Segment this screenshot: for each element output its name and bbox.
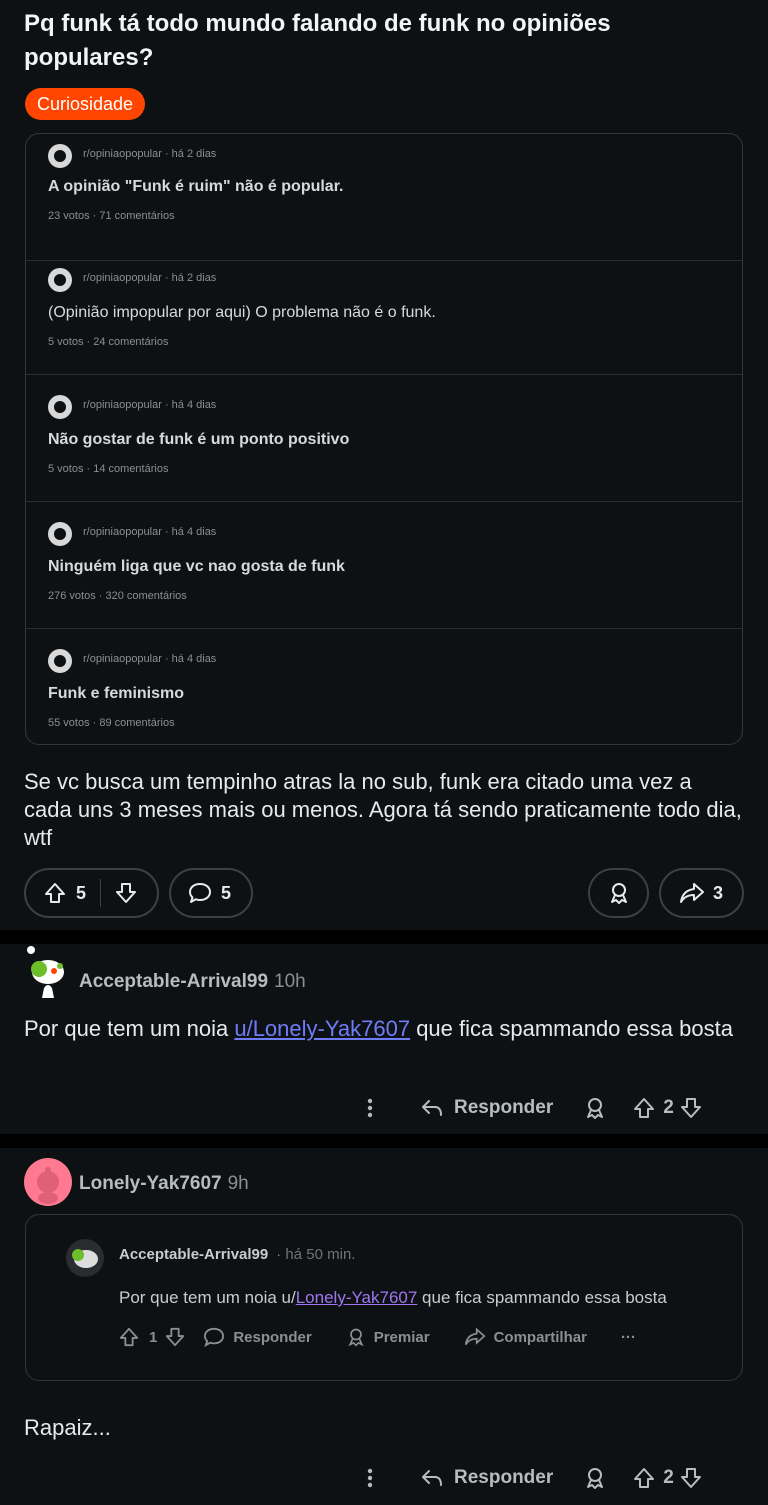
comment-author[interactable]: Acceptable-Arrival99 10h <box>79 971 306 993</box>
quoted-mention: Lonely-Yak7607 <box>295 1288 418 1307</box>
quoted-share: Compartilhar <box>493 1328 587 1346</box>
vote-count: 2 <box>663 1097 674 1118</box>
embed-item[interactable]: r/opiniaopopular · há 4 dias Ninguém lig… <box>26 502 742 629</box>
timestamp: 9h <box>227 1173 249 1194</box>
embed-item[interactable]: r/opiniaopopular · há 2 dias A opinião "… <box>26 134 742 261</box>
embed-stats: 5 votos · 24 comentários <box>48 336 169 348</box>
share-count: 3 <box>713 882 724 903</box>
comment-author[interactable]: Lonely-Yak7607 9h <box>79 1173 249 1195</box>
quoted-share-icon <box>464 1327 486 1347</box>
embed-stats: 276 votos · 320 comentários <box>48 590 187 602</box>
award-button[interactable] <box>588 868 649 918</box>
comment-icon <box>188 882 212 904</box>
quoted-comment[interactable]: Acceptable-Arrival99 · há 50 min. Por que… <box>25 1214 743 1381</box>
upvote-icon[interactable] <box>44 882 66 904</box>
post-flair[interactable]: Curiosidade <box>25 88 146 120</box>
embed-stats: 23 votos · 71 comentários <box>48 210 175 222</box>
downvote-icon[interactable] <box>680 1097 702 1119</box>
quoted-avatar <box>66 1239 104 1277</box>
subreddit-icon <box>48 268 72 292</box>
embedded-search-results: r/opiniaopopular · há 2 dias A opinião "… <box>25 133 743 745</box>
upvote-icon[interactable] <box>633 1097 655 1119</box>
subreddit-icon <box>48 144 72 168</box>
quoted-actions: 1 Responder Premiar Compartilhar ··· <box>119 1327 636 1347</box>
comment-actions: Responder 2 <box>358 1093 702 1123</box>
username[interactable]: Acceptable-Arrival99 <box>79 971 268 992</box>
downvote-icon[interactable] <box>115 882 137 904</box>
avatar[interactable] <box>24 1158 72 1206</box>
comment-text: Rapaiz... <box>24 1415 111 1440</box>
quoted-reply: Responder <box>233 1328 312 1346</box>
quoted-more: ··· <box>620 1328 636 1346</box>
reply-icon[interactable] <box>420 1097 444 1119</box>
quoted-upvote-icon <box>119 1327 139 1347</box>
embed-title: Não gostar de funk é um ponto positivo <box>48 431 350 448</box>
avatar[interactable] <box>24 946 72 1000</box>
share-icon <box>679 882 705 904</box>
post-panel: Pq funk tá todo mundo falando de funk no… <box>0 0 768 930</box>
embed-item[interactable]: r/opiniaopopular · há 4 dias Funk e femi… <box>26 629 742 744</box>
subreddit-icon <box>48 649 72 673</box>
comment-count: 5 <box>221 882 232 903</box>
share-button[interactable]: 3 <box>659 868 744 918</box>
more-options-icon[interactable] <box>358 1468 382 1488</box>
embed-title: A opinião "Funk é ruim" não é popular. <box>48 178 344 195</box>
reply-icon[interactable] <box>420 1467 444 1489</box>
embed-meta: r/opiniaopopular · há 2 dias <box>83 148 217 160</box>
subreddit-icon <box>48 522 72 546</box>
quoted-vote-count: 1 <box>149 1328 158 1346</box>
award-icon[interactable] <box>583 1466 607 1490</box>
upvote-icon[interactable] <box>633 1467 655 1489</box>
subreddit-icon <box>48 395 72 419</box>
embed-title: Ninguém liga que vc nao gosta de funk <box>48 558 345 575</box>
embed-item[interactable]: r/opiniaopopular · há 2 dias (Opinião im… <box>26 248 742 375</box>
quoted-award-icon <box>346 1327 366 1347</box>
quoted-author: Acceptable-Arrival99 · há 50 min. <box>119 1246 356 1263</box>
embed-title: (Opinião impopular por aqui) O problema … <box>48 304 436 321</box>
embed-meta: r/opiniaopopular · há 4 dias <box>83 526 217 538</box>
comment-panel: Lonely-Yak7607 9h Acceptable-Arrival99 · h… <box>0 1148 768 1505</box>
comment-panel: Acceptable-Arrival99 10h Por que tem um n… <box>0 944 768 1134</box>
post-title[interactable]: Pq funk tá todo mundo falando de funk no… <box>24 7 724 75</box>
quoted-downvote-icon <box>165 1327 185 1347</box>
award-icon <box>607 881 631 905</box>
embed-meta: r/opiniaopopular · há 4 dias <box>83 399 217 411</box>
comments-button[interactable]: 5 <box>169 868 253 918</box>
embed-stats: 55 votos · 89 comentários <box>48 717 175 729</box>
vote-count: 2 <box>663 1467 674 1488</box>
vote-count: 5 <box>76 882 87 903</box>
reply-button[interactable]: Responder <box>454 1467 553 1489</box>
divider <box>100 879 102 907</box>
embed-title: Funk e feminismo <box>48 685 185 702</box>
reply-button[interactable]: Responder <box>454 1097 553 1119</box>
award-icon[interactable] <box>583 1096 607 1120</box>
quoted-text: Por que tem um noia u/Lonely-Yak7607 que… <box>119 1288 667 1307</box>
user-mention-link[interactable]: u/Lonely-Yak7607 <box>234 1016 410 1041</box>
more-options-icon[interactable] <box>358 1098 382 1118</box>
post-body: Se vc busca um tempinho atras la no sub,… <box>24 769 742 850</box>
embed-item[interactable]: r/opiniaopopular · há 4 dias Não gostar … <box>26 375 742 502</box>
embed-meta: r/opiniaopopular · há 2 dias <box>83 272 217 284</box>
quoted-award: Premiar <box>373 1328 430 1346</box>
downvote-icon[interactable] <box>680 1467 702 1489</box>
vote-bar: 5 <box>24 868 159 918</box>
comment-actions: Responder 2 <box>358 1463 702 1493</box>
comment-text: Por que tem um noia u/Lonely-Yak7607 que… <box>24 1016 733 1041</box>
embed-meta: r/opiniaopopular · há 4 dias <box>83 653 217 665</box>
embed-stats: 5 votos · 14 comentários <box>48 463 169 475</box>
quoted-reply-icon <box>203 1327 225 1347</box>
username[interactable]: Lonely-Yak7607 <box>79 1173 222 1194</box>
timestamp: 10h <box>274 971 306 992</box>
